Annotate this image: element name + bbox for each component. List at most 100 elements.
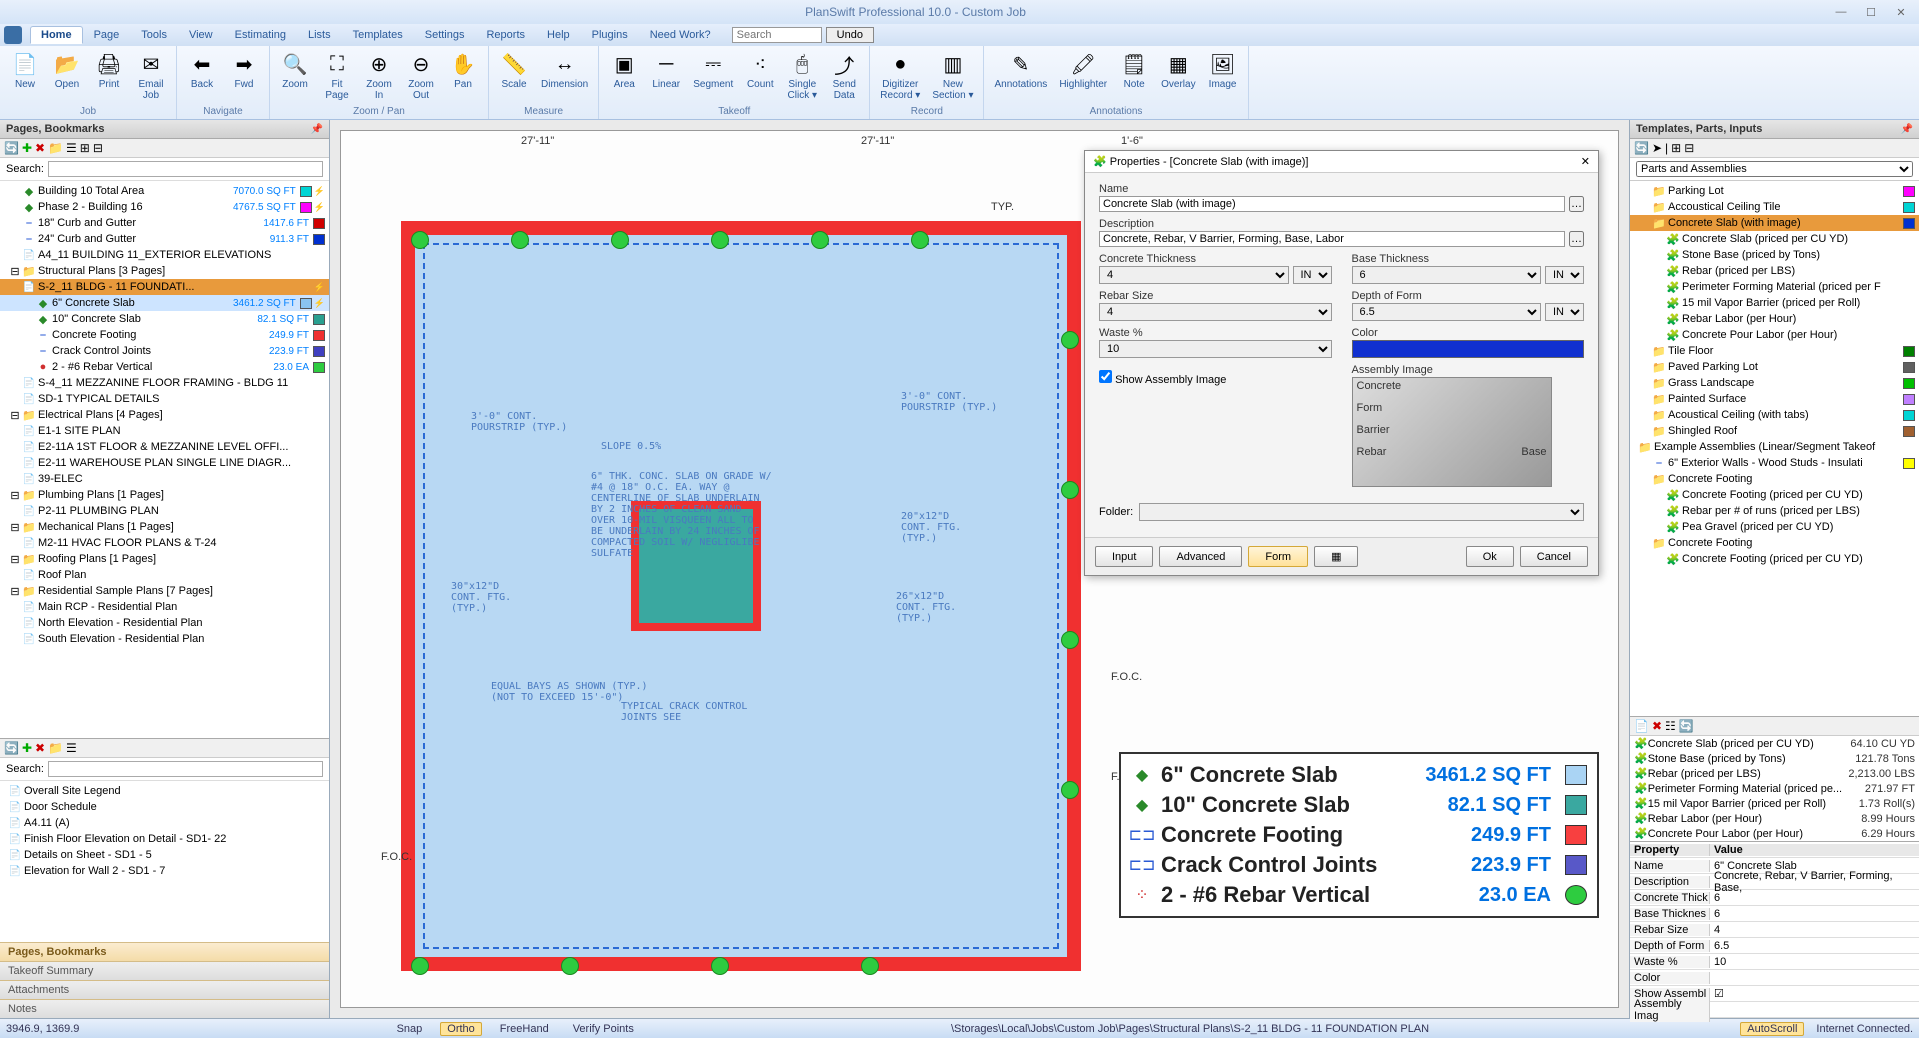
waste-select[interactable]: 10 [1099,340,1332,358]
ribbon-email-job-button[interactable]: ✉Email Job [132,48,170,103]
show-assembly-checkbox[interactable] [1099,370,1112,383]
folder-icon[interactable]: 📁 [48,741,63,755]
autoscroll-toggle[interactable]: AutoScroll [1740,1022,1804,1036]
accordion-notes[interactable]: Notes [0,999,329,1018]
ribbon-zoom-button[interactable]: 🔍Zoom [276,48,314,92]
tree-row[interactable]: Accoustical Ceiling Tile [1630,199,1919,215]
tree-row[interactable]: Crack Control Joints223.9 FT [0,343,329,359]
menu-tab-home[interactable]: Home [30,26,83,44]
form-tab-button[interactable]: Form [1248,546,1308,567]
tree-row[interactable]: Parking Lot [1630,183,1919,199]
tree-row[interactable]: S-4_11 MEZZANINE FLOOR FRAMING - BLDG 11 [0,375,329,391]
ribbon-single-click--button[interactable]: 🖱Single Click ▾ [783,48,821,103]
props-icon[interactable]: ☷ [1665,719,1676,733]
add-icon[interactable]: ✚ [22,141,32,155]
verify-toggle[interactable]: Verify Points [567,1023,640,1035]
tree-row[interactable]: E2-11 WAREHOUSE PLAN SINGLE LINE DIAGR..… [0,455,329,471]
property-table[interactable]: PropertyValueName6" Concrete SlabDescrip… [1630,841,1919,1018]
ribbon-zoom-in-button[interactable]: ⊕Zoom In [360,48,398,103]
refresh-icon[interactable]: 🔄 [1634,141,1649,155]
dialog-close-icon[interactable]: ✕ [1581,155,1590,168]
maximize-button[interactable]: ☐ [1857,4,1885,20]
ribbon-fwd-button[interactable]: ➡Fwd [225,48,263,92]
tree-row[interactable]: 🧩Stone Base (priced by Tons) [1630,247,1919,263]
part-row[interactable]: 🧩 Rebar (priced per LBS)2,213.00 LBS [1630,766,1919,781]
pin-icon[interactable]: 📌 [311,124,323,135]
property-row[interactable]: Waste %10 [1630,954,1919,970]
part-row[interactable]: 🧩 15 mil Vapor Barrier (priced per Roll)… [1630,796,1919,811]
color-picker[interactable] [1352,340,1585,358]
tree-row[interactable]: Grass Landscape [1630,375,1919,391]
tree-row[interactable]: S-2_11 BLDG - 11 FOUNDATI...⚡ [0,279,329,295]
ribbon-highlighter-button[interactable]: 🖍Highlighter [1055,48,1111,92]
ribbon-annotations-button[interactable]: ✎Annotations [990,48,1051,92]
snap-toggle[interactable]: Snap [391,1023,429,1035]
property-row[interactable]: Assembly Imag [1630,1002,1919,1018]
bookmark-row[interactable]: Details on Sheet - SD1 - 5 [0,847,329,863]
bookmarks-search-input[interactable] [48,761,323,777]
tree-row[interactable]: 🧩Rebar (priced per LBS) [1630,263,1919,279]
expand-icon[interactable]: ⊞ [80,141,90,155]
tree-row[interactable]: Concrete Footing [1630,471,1919,487]
ct-unit-select[interactable]: IN [1293,266,1332,284]
bookmarks-tree[interactable]: Overall Site LegendDoor ScheduleA4.11 (A… [0,781,329,942]
property-row[interactable]: Base Thicknes6 [1630,906,1919,922]
bookmark-row[interactable]: Overall Site Legend [0,783,329,799]
ribbon-fit-page-button[interactable]: ⛶Fit Page [318,48,356,103]
ribbon-print-button[interactable]: 🖨Print [90,48,128,92]
tree-row[interactable]: 2 - #6 Rebar Vertical23.0 EA [0,359,329,375]
df-unit-select[interactable]: IN [1545,303,1584,321]
ribbon-new-section--button[interactable]: ▥New Section ▾ [928,48,977,103]
tree-row[interactable]: A4_11 BUILDING 11_EXTERIOR ELEVATIONS [0,247,329,263]
ribbon-back-button[interactable]: ⬅Back [183,48,221,92]
delete-icon[interactable]: ✖ [35,741,45,755]
tree-row[interactable]: 🧩Concrete Footing (priced per CU YD) [1630,551,1919,567]
folder-icon[interactable]: 📁 [48,141,63,155]
tree-row[interactable]: SD-1 TYPICAL DETAILS [0,391,329,407]
new-icon[interactable]: 📄 [1634,719,1649,733]
refresh-icon[interactable]: 🔄 [4,141,19,155]
menu-tab-view[interactable]: View [178,26,224,44]
menu-tab-help[interactable]: Help [536,26,581,44]
search-input[interactable] [732,27,822,43]
tree-row[interactable]: ⊟Residential Sample Plans [7 Pages] [0,583,329,599]
menu-tab-tools[interactable]: Tools [130,26,178,44]
ribbon-digitizer-record--button[interactable]: ●Digitizer Record ▾ [876,48,924,103]
bookmark-row[interactable]: Finish Floor Elevation on Detail - SD1- … [0,831,329,847]
part-row[interactable]: 🧩 Concrete Slab (priced per CU YD)64.10 … [1630,736,1919,751]
ribbon-dimension-button[interactable]: ↔Dimension [537,48,592,92]
collapse-icon[interactable]: ⊟ [93,141,103,155]
pages-search-input[interactable] [48,161,323,177]
concrete-thickness-select[interactable]: 4 [1099,266,1289,284]
close-button[interactable]: ✕ [1887,4,1915,20]
tree-row[interactable]: E1-1 SITE PLAN [0,423,329,439]
delete-icon[interactable]: ✖ [1652,719,1662,733]
tree-row[interactable]: ⊟Electrical Plans [4 Pages] [0,407,329,423]
templates-tree[interactable]: Parking LotAccoustical Ceiling Tile Concr… [1630,181,1919,716]
pin-icon[interactable]: 📌 [1901,124,1913,135]
tree-row[interactable]: Concrete Footing [1630,535,1919,551]
ok-button[interactable]: Ok [1466,546,1514,567]
menu-tab-lists[interactable]: Lists [297,26,342,44]
name-more[interactable]: … [1569,196,1584,212]
part-row[interactable]: 🧩 Concrete Pour Labor (per Hour)6.29 Hou… [1630,826,1919,841]
props-icon[interactable]: ☰ [66,741,77,755]
tree-row[interactable]: Acoustical Ceiling (with tabs) [1630,407,1919,423]
freehand-toggle[interactable]: FreeHand [494,1023,555,1035]
bookmark-row[interactable]: Elevation for Wall 2 - SD1 - 7 [0,863,329,879]
accordion-pages-bookmarks[interactable]: Pages, Bookmarks [0,942,329,961]
tree-row[interactable]: P2-11 PLUMBING PLAN [0,503,329,519]
tree-row[interactable]: ⊟Roofing Plans [1 Pages] [0,551,329,567]
property-row[interactable]: Depth of Form6.5 [1630,938,1919,954]
folder-select[interactable] [1139,503,1584,521]
tree-row[interactable]: 10" Concrete Slab82.1 SQ FT [0,311,329,327]
advanced-tab-button[interactable]: Advanced [1159,546,1242,567]
ribbon-segment-button[interactable]: ⎓Segment [689,48,737,92]
parts-list[interactable]: 🧩 Concrete Slab (priced per CU YD)64.10 … [1630,736,1919,841]
property-row[interactable]: DescriptionConcrete, Rebar, V Barrier, F… [1630,874,1919,890]
menu-tab-reports[interactable]: Reports [475,26,536,44]
expand-icon[interactable]: ⊞ [1671,141,1681,155]
delete-icon[interactable]: ✖ [35,141,45,155]
ribbon-overlay-button[interactable]: ▦Overlay [1157,48,1199,92]
tree-row[interactable]: 🧩Concrete Slab (priced per CU YD) [1630,231,1919,247]
